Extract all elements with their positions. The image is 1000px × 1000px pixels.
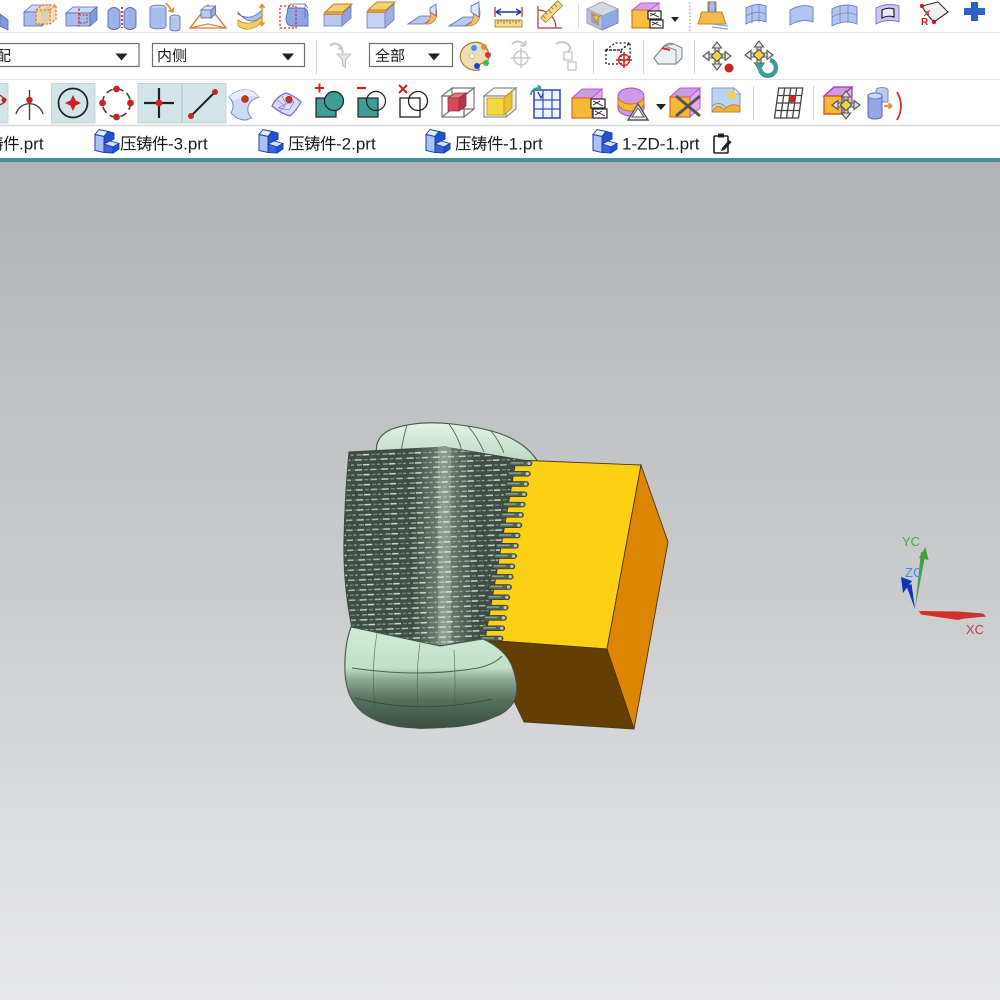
svg-text:-1.prt: -1.prt [503,135,543,154]
svg-text:1-ZD-1.prt: 1-ZD-1.prt [622,135,700,154]
svg-text:-3.prt: -3.prt [168,135,208,154]
svg-text:R: R [921,17,929,28]
svg-text:ZC: ZC [905,565,922,580]
svg-text:XC: XC [966,622,984,637]
svg-text:YC: YC [902,534,920,549]
svg-text:-2.prt: -2.prt [336,135,376,154]
svg-text:.prt: .prt [19,135,44,154]
